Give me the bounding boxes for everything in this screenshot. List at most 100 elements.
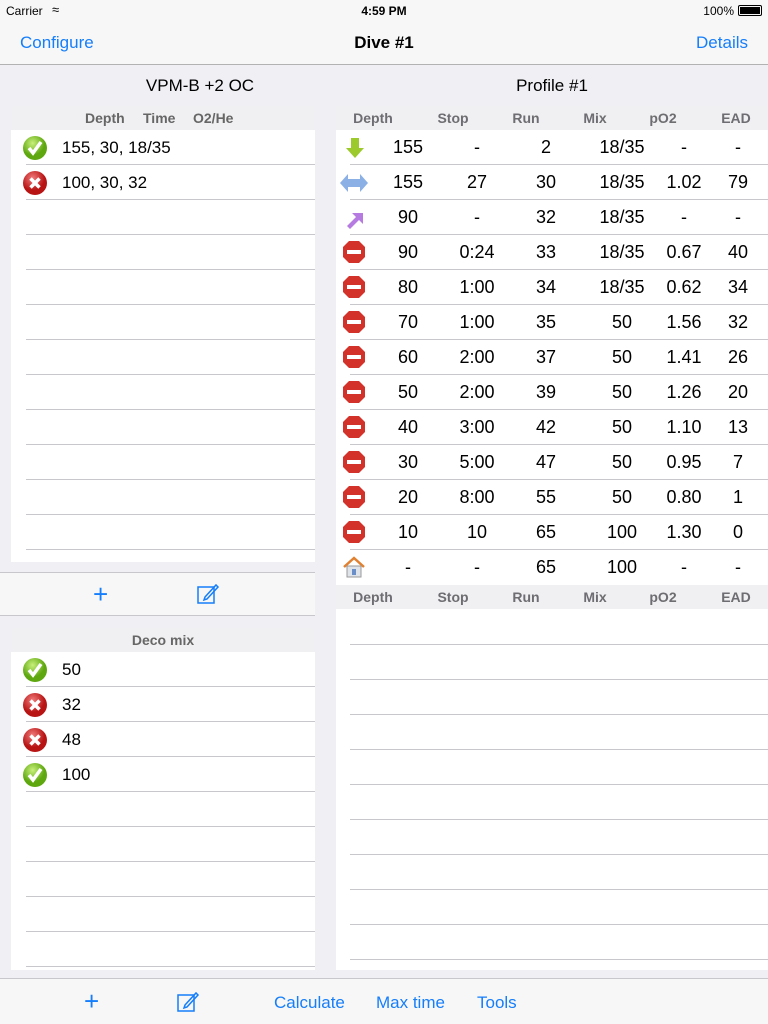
list-item bbox=[11, 897, 315, 932]
stop-icon bbox=[342, 240, 368, 266]
cell-depth: 30 bbox=[397, 452, 419, 472]
list-item bbox=[11, 410, 315, 445]
item-text: 155, 30, 18/35 bbox=[62, 138, 171, 157]
cell-stop: 8:00 bbox=[459, 487, 495, 507]
table-row[interactable]: 40 3:00 42 50 1.10 13 bbox=[336, 410, 768, 445]
header-po2: pO2 bbox=[649, 110, 677, 126]
ascend-arrow-icon bbox=[342, 205, 368, 231]
edit-icon[interactable] bbox=[176, 990, 200, 1019]
row-divider bbox=[350, 889, 768, 890]
table-row[interactable]: 60 2:00 37 50 1.41 26 bbox=[336, 340, 768, 375]
cell-stop: 3:00 bbox=[459, 417, 495, 437]
list-item[interactable]: 48 bbox=[11, 722, 315, 757]
cell-stop: 5:00 bbox=[459, 452, 495, 472]
cell-run: 39 bbox=[535, 382, 557, 402]
cell-stop: 2:00 bbox=[459, 347, 495, 367]
tools-button[interactable]: Tools bbox=[477, 993, 517, 1013]
max-time-button[interactable]: Max time bbox=[376, 993, 445, 1013]
cell-depth: - bbox=[405, 557, 411, 577]
row-divider bbox=[350, 679, 768, 680]
list-item[interactable]: 50 bbox=[11, 652, 315, 687]
list-item[interactable]: 100, 30, 32 bbox=[11, 165, 315, 200]
cell-depth: 40 bbox=[397, 417, 419, 437]
nav-bar: Configure Dive #1 Details bbox=[0, 20, 768, 65]
cell-ead: 40 bbox=[727, 242, 749, 262]
table-row[interactable]: 90 0:24 33 18/35 0.67 40 bbox=[336, 235, 768, 270]
table-row[interactable]: 90-32 18/35- - bbox=[336, 200, 768, 235]
cell-run: 47 bbox=[535, 452, 557, 472]
cell-stop: 27 bbox=[466, 172, 488, 192]
stop-icon bbox=[342, 310, 368, 336]
cell-run: 30 bbox=[535, 172, 557, 192]
header-ead: EAD bbox=[721, 110, 751, 126]
stop-icon bbox=[342, 485, 368, 511]
cell-depth: 90 bbox=[397, 207, 419, 227]
table-row[interactable]: 155 27 30 18/35 1.02 79 bbox=[336, 165, 768, 200]
cell-run: 37 bbox=[535, 347, 557, 367]
cross-icon[interactable] bbox=[22, 727, 48, 753]
table-row[interactable]: 20 8:00 55 50 0.80 1 bbox=[336, 480, 768, 515]
calculate-button[interactable]: Calculate bbox=[274, 993, 345, 1013]
profile-table[interactable]: 155-2 18/35- -155 27 30 18/35 1.02 79 90-32 18/35… bbox=[336, 130, 768, 585]
cell-depth: 10 bbox=[397, 522, 419, 542]
battery-icon bbox=[738, 5, 762, 16]
bottom-toolbar: + Calculate Max time Tools bbox=[0, 978, 768, 1024]
levels-list[interactable]: 155, 30, 18/35 100, 30, 32 bbox=[11, 130, 315, 562]
list-item bbox=[11, 375, 315, 410]
table-row[interactable]: 30 5:00 47 50 0.95 7 bbox=[336, 445, 768, 480]
check-icon[interactable] bbox=[22, 135, 48, 161]
table-row[interactable]: 155-2 18/35- - bbox=[336, 130, 768, 165]
cell-ead: - bbox=[735, 557, 741, 577]
cell-run: 55 bbox=[535, 487, 557, 507]
list-item bbox=[11, 305, 315, 340]
list-item bbox=[11, 270, 315, 305]
cell-stop: 0:24 bbox=[459, 242, 495, 262]
cell-stop: 2:00 bbox=[459, 382, 495, 402]
list-item[interactable]: 100 bbox=[11, 757, 315, 792]
cell-depth: 60 bbox=[397, 347, 419, 367]
stop-icon bbox=[342, 275, 368, 301]
cell-ead: 7 bbox=[732, 452, 743, 472]
cell-ead: 0 bbox=[732, 522, 743, 542]
home-icon bbox=[342, 555, 368, 581]
cell-ead: 34 bbox=[727, 277, 749, 297]
list-item bbox=[11, 235, 315, 270]
cell-ead: 1 bbox=[732, 487, 743, 507]
header-stop: Stop bbox=[437, 589, 469, 605]
list-item[interactable]: 155, 30, 18/35 bbox=[11, 130, 315, 165]
header-ead: EAD bbox=[721, 589, 751, 605]
details-button[interactable]: Details bbox=[696, 33, 748, 53]
stop-icon bbox=[342, 345, 368, 371]
profile-table-2[interactable] bbox=[336, 609, 768, 970]
cell-run: 32 bbox=[535, 207, 557, 227]
deco-list[interactable]: 50 32 48 100 bbox=[11, 652, 315, 970]
check-icon[interactable] bbox=[22, 657, 48, 683]
row-divider bbox=[26, 966, 315, 967]
list-item bbox=[11, 340, 315, 375]
cross-icon[interactable] bbox=[22, 692, 48, 718]
cell-stop: 1:00 bbox=[459, 277, 495, 297]
list-item bbox=[11, 932, 315, 967]
add-icon[interactable]: + bbox=[84, 986, 99, 1017]
edit-levels-icon[interactable] bbox=[196, 582, 220, 611]
configure-button[interactable]: Configure bbox=[20, 33, 94, 53]
list-item bbox=[11, 200, 315, 235]
cross-icon[interactable] bbox=[22, 170, 48, 196]
item-text: 32 bbox=[62, 695, 81, 714]
check-icon[interactable] bbox=[22, 762, 48, 788]
header-mix: Mix bbox=[583, 589, 607, 605]
list-item bbox=[11, 480, 315, 515]
table-row[interactable]: - -65 100- - bbox=[336, 550, 768, 585]
list-item bbox=[11, 862, 315, 897]
table-row[interactable]: 80 1:00 34 18/35 0.62 34 bbox=[336, 270, 768, 305]
cell-depth: 80 bbox=[397, 277, 419, 297]
header-run: Run bbox=[512, 589, 540, 605]
add-level-icon[interactable]: + bbox=[93, 579, 108, 610]
item-text: 100, 30, 32 bbox=[62, 173, 148, 192]
list-item[interactable]: 32 bbox=[11, 687, 315, 722]
row-divider bbox=[350, 784, 768, 785]
table-row[interactable]: 50 2:00 39 50 1.26 20 bbox=[336, 375, 768, 410]
table-row[interactable]: 70 1:00 35 50 1.56 32 bbox=[336, 305, 768, 340]
table-row[interactable]: 10 10 65 100 1.30 0 bbox=[336, 515, 768, 550]
stop-icon bbox=[342, 520, 368, 546]
